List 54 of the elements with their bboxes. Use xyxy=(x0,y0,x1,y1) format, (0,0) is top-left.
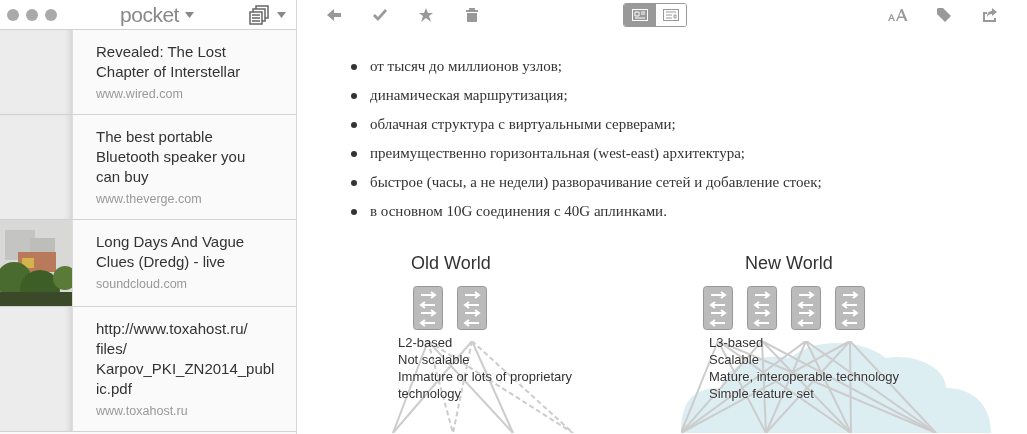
bullet-icon xyxy=(351,121,357,128)
network-switch-icon xyxy=(747,286,777,330)
back-arrow-icon xyxy=(326,7,342,23)
bullet-icon xyxy=(351,150,357,157)
list-item-text: динамическая маршрутизация; xyxy=(370,87,568,104)
article-source: www.wired.com xyxy=(96,87,184,101)
diagram-label: L2-based xyxy=(398,334,453,351)
checkmark-icon xyxy=(372,7,388,23)
diagram-label: Not scalable xyxy=(398,351,470,368)
diagram-title: Old World xyxy=(411,253,491,274)
diagram-label: Immature or lots of proprietary technology xyxy=(398,368,574,402)
article-view-icon xyxy=(631,9,648,21)
web-view-icon xyxy=(663,9,679,21)
diagram-label: Scalable xyxy=(709,351,759,368)
network-switch-icon xyxy=(413,286,443,330)
list-item-text: от тысяч до миллионов узлов; xyxy=(370,58,562,75)
bullet-icon xyxy=(351,63,357,70)
list-view-icon[interactable] xyxy=(248,4,270,25)
web-view-tab[interactable] xyxy=(655,4,686,26)
network-switch-icon xyxy=(703,286,733,330)
share-icon xyxy=(982,7,998,23)
article-view-tab[interactable] xyxy=(624,4,655,26)
list-item-text: быстрое (часы, а не недели) разворачивание сетей и добавление стоек; xyxy=(370,174,822,191)
network-switch-icon xyxy=(835,286,865,330)
article-source: www.theverge.com xyxy=(96,192,203,206)
article-source: www.toxahost.ru xyxy=(96,404,189,418)
network-switch-icon xyxy=(457,286,487,330)
article-list-item[interactable]: Long Days And Vague Clues (Dredg) - live soundcloud.com xyxy=(73,220,296,306)
caret-icon[interactable] xyxy=(277,11,286,18)
article-list-item[interactable]: http://www.toxahost.ru/ files/ Karpov_PKI_ZN2014_publ ic.pdf www.toxahost.ru xyxy=(73,307,305,431)
article-title: http://www.toxahost.ru/ files/ Karpov_PKI_ZN2014_publ ic.pdf xyxy=(96,319,275,399)
article-title: Long Days And Vague Clues (Dredg) - live xyxy=(96,232,246,272)
diagram-label: Mature, interoperable technology xyxy=(709,368,900,385)
list-item-text: преимущественно горизонтальная (west-east) архитектура; xyxy=(370,145,746,162)
diagram-title: New World xyxy=(745,253,833,274)
article-source: soundcloud.com xyxy=(96,277,189,291)
bullet-icon xyxy=(351,179,357,186)
text-size-icon xyxy=(887,8,909,22)
star-icon xyxy=(418,7,434,23)
list-item-text: в основном 10G соединения с 40G аплинками. xyxy=(370,203,667,220)
diagram-label: L3-based xyxy=(709,334,764,351)
article-list-item[interactable]: Revealed: The Lost Chapter of Interstellar www.wired.com xyxy=(73,30,296,114)
trash-icon xyxy=(464,7,480,23)
caret-icon[interactable] xyxy=(184,11,194,18)
article-title: Revealed: The Lost Chapter of Interstellar xyxy=(96,42,242,82)
list-item-text: облачная структура с виртуальными серверами; xyxy=(370,116,676,133)
bullet-icon xyxy=(351,208,357,215)
article-title: The best portable Bluetooth speaker you can buy xyxy=(96,127,247,187)
diagram-label: Simple feature set xyxy=(709,385,814,402)
network-switch-icon xyxy=(791,286,821,330)
bullet-icon xyxy=(351,92,357,99)
article-list-item[interactable]: The best portable Bluetooth speaker you can buy www.theverge.com xyxy=(73,115,296,219)
app-logo[interactable]: pocket xyxy=(120,2,179,27)
tag-icon xyxy=(936,7,952,23)
